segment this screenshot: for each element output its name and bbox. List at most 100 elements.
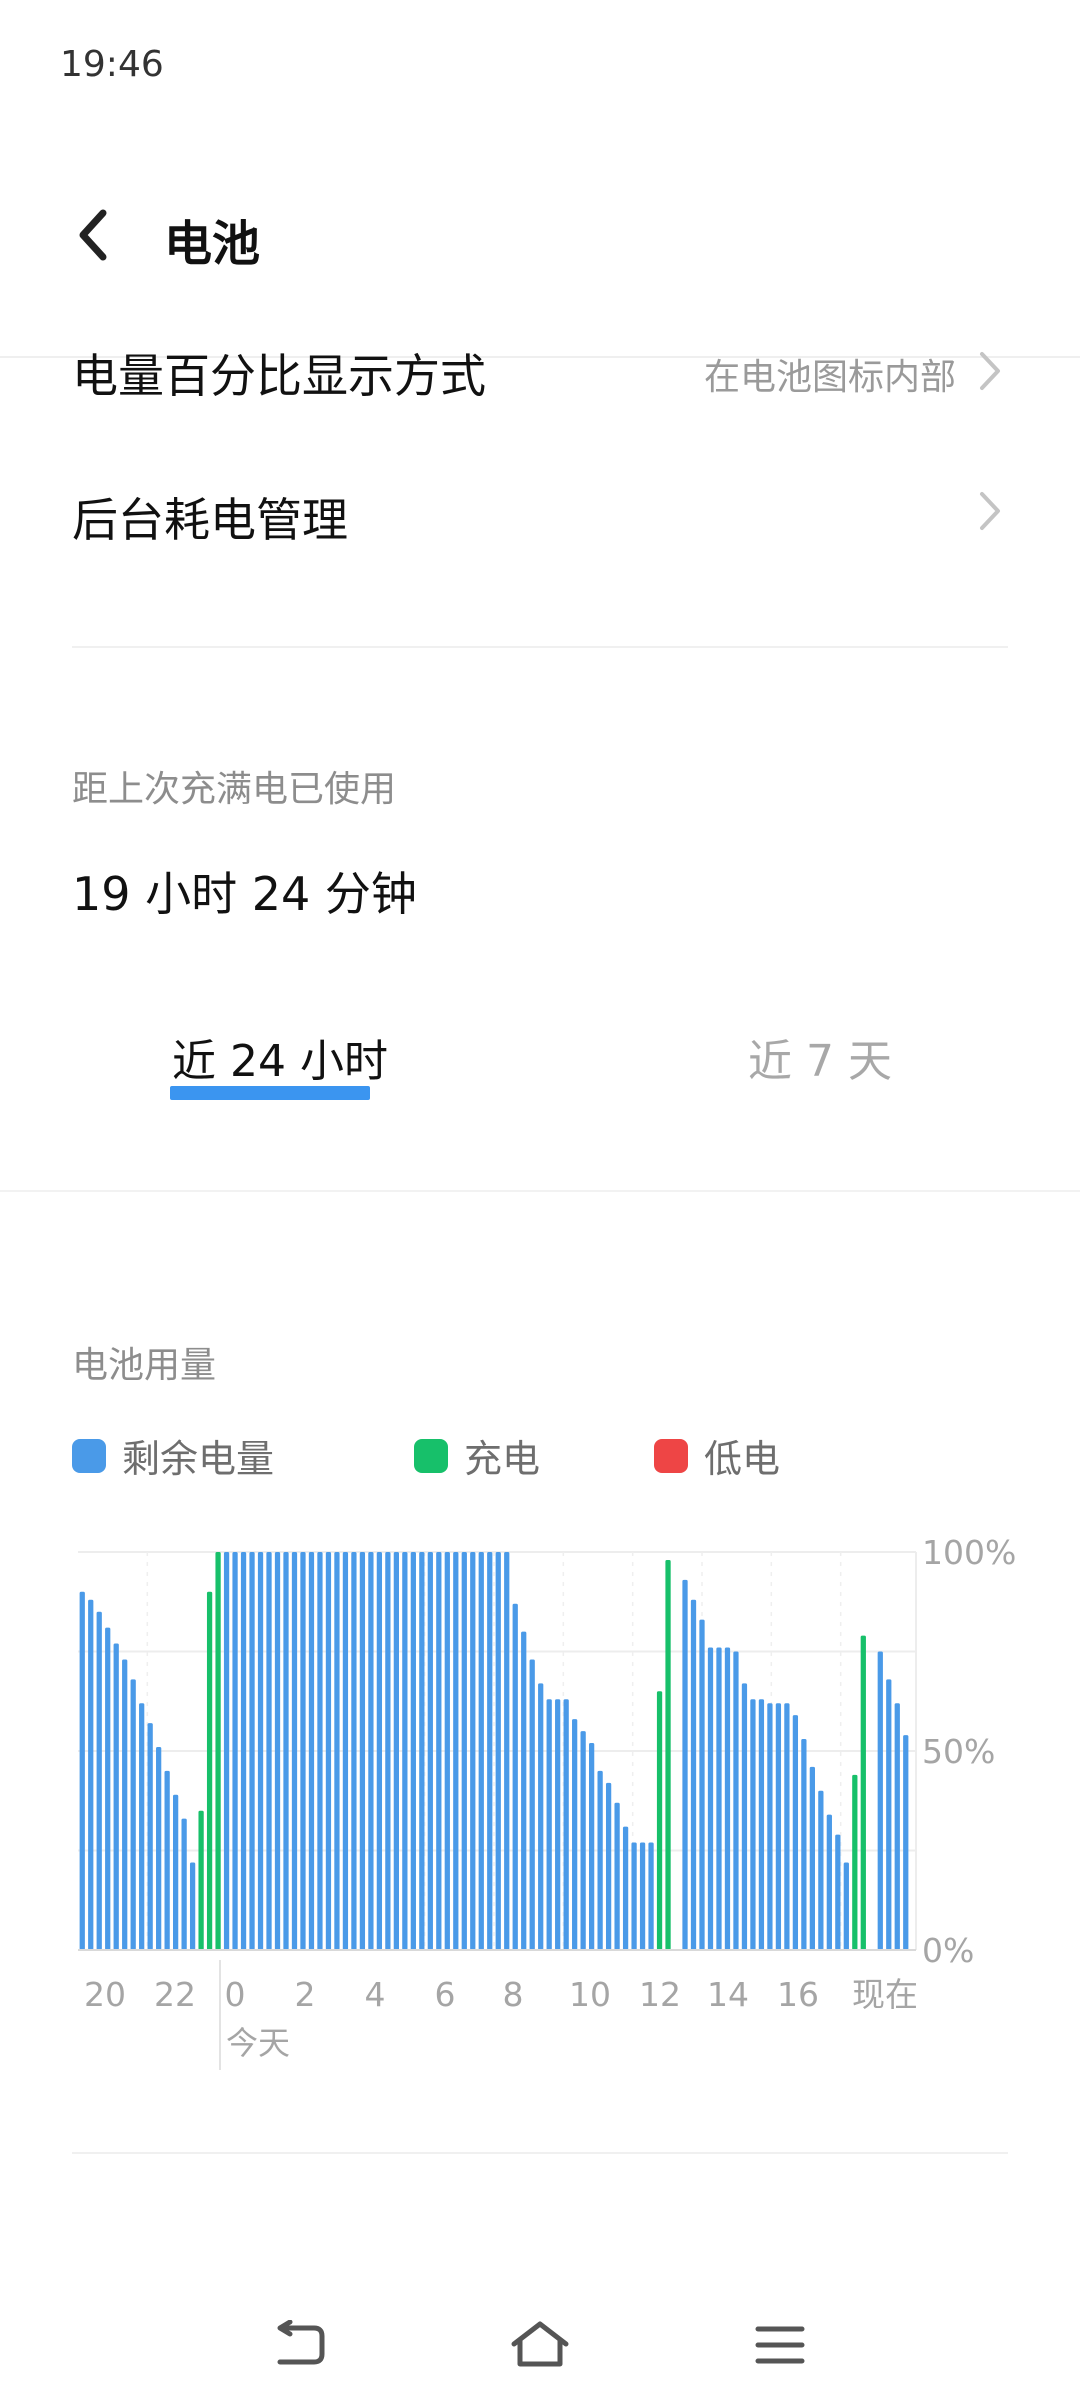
chart-bar [877, 1651, 883, 1950]
chart-bar [113, 1643, 119, 1950]
page-title: 电池 [164, 216, 261, 272]
chart-bar [308, 1552, 315, 1950]
divider [72, 2152, 1008, 2154]
nav-back-button[interactable] [260, 2310, 340, 2380]
battery-usage-title: 电池用量 [72, 1345, 217, 1386]
tab-7-days[interactable]: 近 7 天 [748, 1025, 892, 1089]
status-time: 19:46 [60, 44, 164, 85]
since-full-value: 19 小时 24 分钟 [72, 867, 417, 921]
chart-bar [809, 1766, 815, 1950]
chart-bar [639, 1842, 646, 1950]
chart-bar [852, 1774, 858, 1950]
chart-bar [886, 1679, 892, 1950]
legend-remaining: 剩余电量 [72, 1428, 274, 1483]
chart-bar [436, 1552, 442, 1950]
x-tick-label: 22 [154, 1975, 196, 2014]
navigation-bar [0, 2290, 1080, 2400]
chart-bar [181, 1818, 187, 1950]
chart-bar [291, 1552, 298, 1950]
chart-bar [249, 1552, 255, 1950]
chart-bar [139, 1703, 145, 1950]
chart-bar [156, 1747, 162, 1950]
legend-swatch [72, 1438, 106, 1473]
chart-bar [589, 1743, 595, 1950]
chart-bar [427, 1552, 433, 1950]
chart-bar [461, 1552, 467, 1950]
chart-bar [614, 1802, 620, 1950]
legend-swatch [654, 1438, 688, 1473]
chart-bar [419, 1552, 425, 1950]
chart-bar [88, 1599, 94, 1950]
chart-bar [580, 1731, 586, 1950]
chart-bar [198, 1810, 204, 1950]
chart-bar [690, 1599, 697, 1950]
chart-bar [792, 1715, 799, 1950]
chart-bar [665, 1559, 671, 1950]
home-icon [511, 2321, 569, 2367]
tab-selected-indicator [170, 1086, 370, 1100]
legend-label: 低电 [704, 1437, 781, 1481]
legend-charging: 充电 [414, 1428, 540, 1483]
tab-24-hours[interactable]: 近 24 小时 [172, 1025, 388, 1089]
back-button[interactable] [58, 200, 128, 270]
since-full-label: 距上次充满电已使用 [72, 769, 397, 810]
nav-home-button[interactable] [500, 2310, 580, 2380]
nav-menu-button[interactable] [740, 2310, 820, 2380]
chart-bar [894, 1703, 900, 1950]
y-tick-label: 100% [922, 1533, 1016, 1572]
chart-bar [597, 1770, 603, 1950]
chart-bar [368, 1552, 374, 1950]
x-tick-label: 6 [435, 1975, 456, 2014]
x-tick-label: 8 [503, 1975, 524, 2014]
chart-bar [707, 1647, 714, 1950]
chart-bar [376, 1552, 383, 1950]
chart-bar [232, 1552, 238, 1950]
chart-bar [622, 1826, 629, 1950]
menu-icon [755, 2326, 805, 2364]
chart-bar [775, 1703, 782, 1950]
chart-bar [699, 1619, 705, 1950]
chart-bar [147, 1723, 153, 1950]
chart-bar [733, 1651, 739, 1950]
chart-bar [300, 1552, 306, 1950]
legend-swatch [414, 1438, 448, 1473]
battery-usage-chart: 100% 50% 0% 20 22 0 2 4 6 8 10 12 14 16 现在今天 [78, 1533, 1016, 2070]
chart-bar [750, 1699, 756, 1950]
chart-bar [334, 1552, 340, 1950]
chart-bar [801, 1739, 807, 1950]
chevron-right-icon [980, 352, 1000, 390]
chart-bar [266, 1552, 272, 1950]
chart-bar [164, 1770, 170, 1950]
chart-bar [843, 1862, 849, 1950]
setting-background-power[interactable]: 后台耗电管理 [72, 460, 1008, 560]
x-tick-label: 16 [777, 1975, 819, 2014]
chart-bar [716, 1647, 722, 1950]
chart-bar [504, 1552, 510, 1950]
x-tick-label: 0 [225, 1975, 246, 2014]
x-tick-label: 2 [295, 1975, 316, 2014]
setting-value: 在电池图标内部 [703, 357, 956, 398]
chart-bar [189, 1862, 196, 1950]
chart-bar [96, 1611, 102, 1950]
chart-bar [444, 1552, 450, 1950]
chart-bar [257, 1552, 264, 1950]
chart-bar [130, 1679, 136, 1950]
chart-bar [105, 1627, 111, 1950]
x-tick-label: 10 [569, 1975, 611, 2014]
chart-bar [784, 1703, 790, 1950]
back-arrow-icon [277, 2320, 325, 2365]
setting-percent-display[interactable]: 电量百分比显示方式 在电池图标内部 [72, 320, 1008, 420]
legend-low: 低电 [654, 1428, 780, 1483]
chart-bar [521, 1631, 527, 1950]
chart-bar [835, 1834, 841, 1950]
chart-bar [487, 1552, 493, 1950]
chart-bar [206, 1591, 213, 1950]
chart-bar [546, 1699, 552, 1950]
chart-bar [724, 1647, 731, 1950]
chart-bar [563, 1699, 569, 1950]
y-tick-label: 50% [922, 1732, 995, 1771]
chart-bar [767, 1703, 773, 1950]
chart-bar [631, 1842, 637, 1950]
chart-bar [572, 1719, 578, 1950]
chart-bar [317, 1552, 323, 1950]
